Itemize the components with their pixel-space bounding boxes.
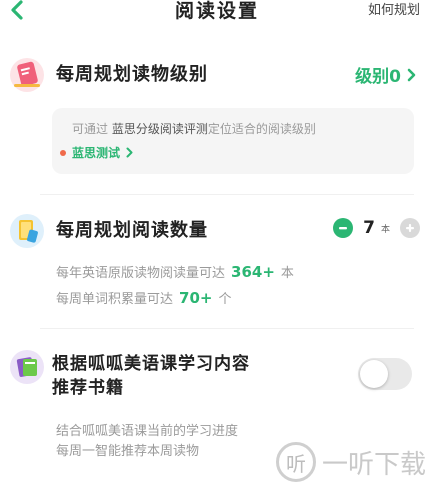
recommend-desc-line1: 结合呱呱美语课当前的学习进度 — [56, 424, 239, 439]
reading-level-value: 级别0 — [355, 67, 401, 87]
decrement-button[interactable] — [333, 218, 354, 238]
red-dot-indicator — [60, 149, 66, 156]
how-to-plan-link[interactable]: 如何规划 — [368, 1, 420, 21]
section-title-reading-quantity: 每周规划阅读数量 — [56, 220, 208, 241]
lexile-info-box: 可通过 蓝思分级阅读评测定位适合的阅读级别 蓝思测试 — [52, 108, 414, 174]
weekly-vocab-number: 70+ — [179, 289, 213, 307]
lexile-test-link[interactable]: 蓝思测试 — [60, 144, 133, 161]
lexile-assessment-name: 蓝思分级阅读评测 — [111, 122, 208, 136]
divider — [40, 194, 414, 195]
book-stack-icon — [10, 214, 44, 248]
watermark-logo: 听 一听下载 — [275, 442, 426, 482]
recommend-desc-line2: 每周一智能推荐本周读物 — [56, 444, 200, 459]
section-title-reading-level: 每周规划读物级别 — [56, 64, 208, 85]
chevron-right-icon — [126, 147, 133, 158]
quantity-stepper[interactable]: 7 本 — [333, 218, 420, 238]
lexile-info-text: 可通过 蓝思分级阅读评测定位适合的阅读级别 — [72, 122, 316, 136]
watermark-text: 一听下载 — [321, 449, 426, 480]
lexile-test-label: 蓝思测试 — [72, 146, 121, 160]
increment-button[interactable] — [400, 218, 420, 238]
yearly-reading-stat: 每年英语原版读物阅读量可达 364+ 本 — [56, 263, 294, 281]
reading-level-selector[interactable]: 级别0 — [355, 62, 416, 87]
quantity-unit: 本 — [380, 225, 390, 235]
weekly-vocab-stat: 每周单词积累量可达 70+ 个 — [56, 289, 232, 307]
yearly-reading-number: 364+ — [231, 263, 275, 281]
plus-icon — [406, 224, 414, 232]
section-title-recommend-books: 根据呱呱美语课学习内容 推荐书籍 — [52, 354, 250, 398]
minus-icon — [339, 227, 348, 230]
recommend-books-toggle[interactable] — [358, 358, 412, 390]
watermark-circle-icon: 听 — [275, 442, 316, 482]
book-level-icon — [10, 58, 44, 92]
books-icon — [10, 350, 44, 384]
header-bar: 阅读设置 如何规划 — [0, 0, 434, 26]
chevron-right-icon — [407, 68, 416, 81]
divider — [40, 328, 414, 329]
toggle-knob — [360, 360, 388, 388]
quantity-value: 7 — [363, 218, 375, 238]
